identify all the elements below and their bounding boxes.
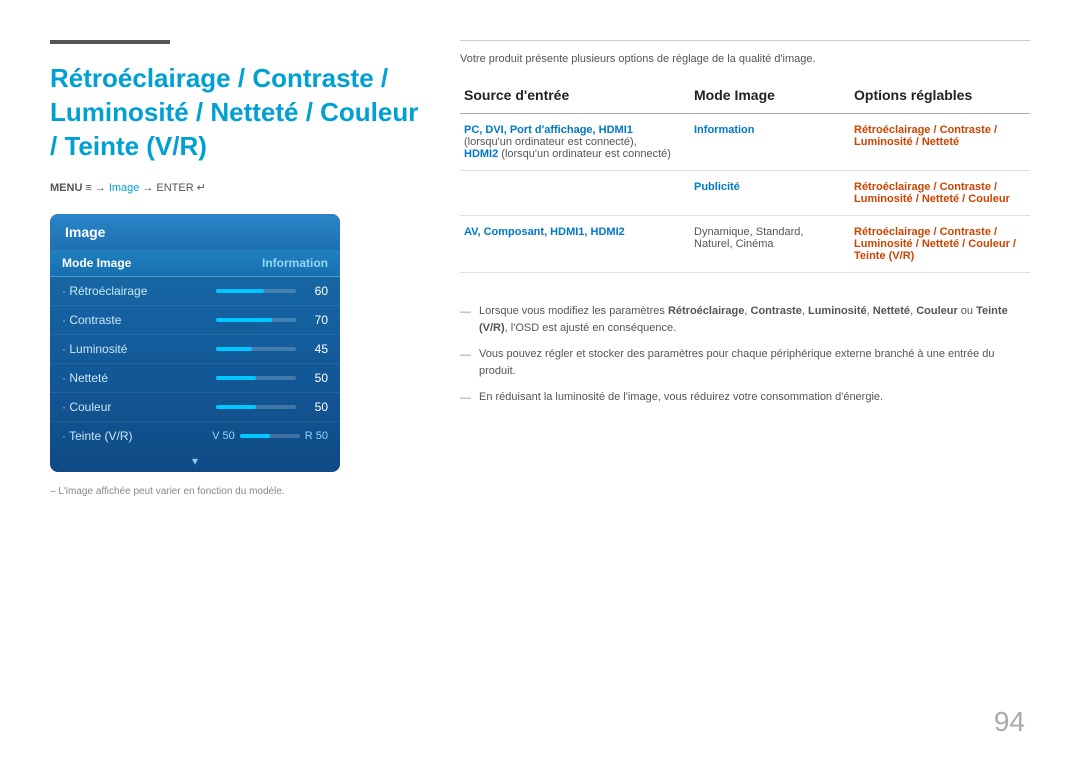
menu-icon: ≡	[85, 182, 91, 194]
mode-blue-2: Publicité	[694, 181, 740, 193]
osd-slider-contraste	[216, 318, 296, 322]
osd-slider-retroeclairage	[216, 289, 296, 293]
osd-value-couleur: 50	[304, 400, 328, 414]
osd-value-retroeclairage: 60	[304, 284, 328, 298]
options-red-1: Rétroéclairage / Contraste / Luminosité …	[854, 124, 997, 148]
osd-label-retroeclairage: Rétroéclairage	[62, 284, 162, 298]
source-hdmi2-text: HDMI2	[464, 148, 498, 160]
bullet-item-2: — Vous pouvez régler et stocker des para…	[460, 346, 1030, 379]
osd-label-nettete: Netteté	[62, 371, 162, 385]
page-number: 94	[994, 706, 1025, 738]
bullet-dash-2: —	[460, 347, 471, 364]
osd-slider-fill-couleur	[216, 405, 256, 409]
osd-row-teinte: Teinte (V/R) V 50 R 50	[50, 422, 340, 450]
left-column: Rétroéclairage / Contraste / Luminosité …	[50, 40, 420, 733]
osd-label-teinte: Teinte (V/R)	[62, 429, 142, 443]
osd-slider-luminosite	[216, 347, 296, 351]
osd-teinte-v-value: V 50	[212, 430, 235, 442]
osd-row-nettete: Netteté 50	[50, 364, 340, 393]
osd-row-luminosite: Luminosité 45	[50, 335, 340, 364]
footnote-image: – L'image affichée peut varier en foncti…	[50, 486, 420, 497]
source-rest2-text: (lorsqu'un ordinateur est connecté)	[501, 148, 671, 160]
header-mode: Mode Image	[690, 81, 850, 114]
source-rest-text-1: (lorsqu'un ordinateur est connecté),	[464, 136, 637, 148]
arrow1: →	[95, 182, 106, 194]
osd-label-contraste: Contraste	[62, 313, 162, 327]
osd-slider-area-luminosite: 45	[162, 342, 328, 356]
table-row: Publicité Rétroéclairage / Contraste / L…	[460, 171, 1030, 216]
source-blue-text-1: PC, DVI, Port d'affichage, HDMI1	[464, 124, 633, 136]
osd-chevron-icon: ▾	[50, 450, 340, 472]
menu-path: MENU ≡ → Image → ENTER ↵	[50, 181, 420, 194]
right-top-line	[460, 40, 1030, 41]
osd-teinte-slider	[240, 434, 300, 438]
bullet-text-3: En réduisant la luminosité de l'image, v…	[479, 389, 883, 406]
info-table: Source d'entrée Mode Image Options régla…	[460, 81, 1030, 273]
mode-text-3: Dynamique, Standard, Naturel, Cinéma	[694, 226, 803, 250]
top-line-decoration	[50, 40, 170, 44]
osd-slider-area-retroeclairage: 60	[162, 284, 328, 298]
osd-header-row: Mode Image Information	[50, 250, 340, 277]
table-cell-mode-1: Information	[690, 114, 850, 171]
main-title: Rétroéclairage / Contraste / Luminosité …	[50, 62, 420, 163]
table-cell-options-2: Rétroéclairage / Contraste / Luminosité …	[850, 171, 1030, 216]
table-row: PC, DVI, Port d'affichage, HDMI1 (lorsqu…	[460, 114, 1030, 171]
table-row: AV, Composant, HDMI1, HDMI2 Dynamique, S…	[460, 216, 1030, 273]
table-cell-source-2	[460, 171, 690, 216]
osd-teinte-values: V 50 R 50	[142, 430, 328, 442]
page-container: Rétroéclairage / Contraste / Luminosité …	[0, 0, 1080, 763]
table-cell-source-3: AV, Composant, HDMI1, HDMI2	[460, 216, 690, 273]
osd-row-contraste: Contraste 70	[50, 306, 340, 335]
source-blue-3: AV, Composant, HDMI1, HDMI2	[464, 226, 625, 238]
osd-label-luminosite: Luminosité	[62, 342, 162, 356]
bullet-text-2: Vous pouvez régler et stocker des paramè…	[479, 346, 1030, 379]
osd-slider-fill-contraste	[216, 318, 272, 322]
options-red-2: Rétroéclairage / Contraste / Luminosité …	[854, 181, 1010, 205]
enter-icon: ↵	[197, 181, 206, 194]
right-column: Votre produit présente plusieurs options…	[460, 40, 1030, 733]
mode-blue-1: Information	[694, 124, 755, 136]
enter-label: ENTER	[156, 182, 193, 194]
osd-title: Image	[50, 214, 340, 250]
bullet-text-1: Lorsque vous modifiez les paramètres Rét…	[479, 303, 1030, 336]
osd-header-right: Information	[262, 256, 328, 270]
osd-value-contraste: 70	[304, 313, 328, 327]
osd-teinte-fill	[240, 434, 270, 438]
osd-value-nettete: 50	[304, 371, 328, 385]
osd-slider-fill-nettete	[216, 376, 256, 380]
options-red-3: Rétroéclairage / Contraste / Luminosité …	[854, 226, 1016, 262]
header-options: Options réglables	[850, 81, 1030, 114]
table-cell-mode-3: Dynamique, Standard, Naturel, Cinéma	[690, 216, 850, 273]
osd-slider-area-contraste: 70	[162, 313, 328, 327]
image-label: Image	[109, 182, 140, 194]
bullet-item-3: — En réduisant la luminosité de l'image,…	[460, 389, 1030, 407]
osd-menu-box: Image Mode Image Information Rétroéclair…	[50, 214, 340, 472]
osd-slider-couleur	[216, 405, 296, 409]
bullet-dash-3: —	[460, 390, 471, 407]
table-cell-options-3: Rétroéclairage / Contraste / Luminosité …	[850, 216, 1030, 273]
intro-text: Votre produit présente plusieurs options…	[460, 53, 1030, 65]
osd-slider-nettete	[216, 376, 296, 380]
osd-teinte-r-value: R 50	[305, 430, 328, 442]
osd-row-retroeclairage: Rétroéclairage 60	[50, 277, 340, 306]
osd-slider-fill-retroeclairage	[216, 289, 264, 293]
osd-slider-area-couleur: 50	[162, 400, 328, 414]
bullets-section: — Lorsque vous modifiez les paramètres R…	[460, 303, 1030, 407]
table-cell-source-1: PC, DVI, Port d'affichage, HDMI1 (lorsqu…	[460, 114, 690, 171]
osd-label-couleur: Couleur	[62, 400, 162, 414]
osd-slider-fill-luminosite	[216, 347, 252, 351]
menu-label: MENU	[50, 182, 82, 194]
osd-slider-area-nettete: 50	[162, 371, 328, 385]
bullet-item-1: — Lorsque vous modifiez les paramètres R…	[460, 303, 1030, 336]
osd-header-left: Mode Image	[62, 256, 131, 270]
header-source: Source d'entrée	[460, 81, 690, 114]
arrow2: →	[142, 182, 153, 194]
table-cell-options-1: Rétroéclairage / Contraste / Luminosité …	[850, 114, 1030, 171]
table-cell-mode-2: Publicité	[690, 171, 850, 216]
osd-row-couleur: Couleur 50	[50, 393, 340, 422]
bullet-dash-1: —	[460, 304, 471, 321]
osd-value-luminosite: 45	[304, 342, 328, 356]
